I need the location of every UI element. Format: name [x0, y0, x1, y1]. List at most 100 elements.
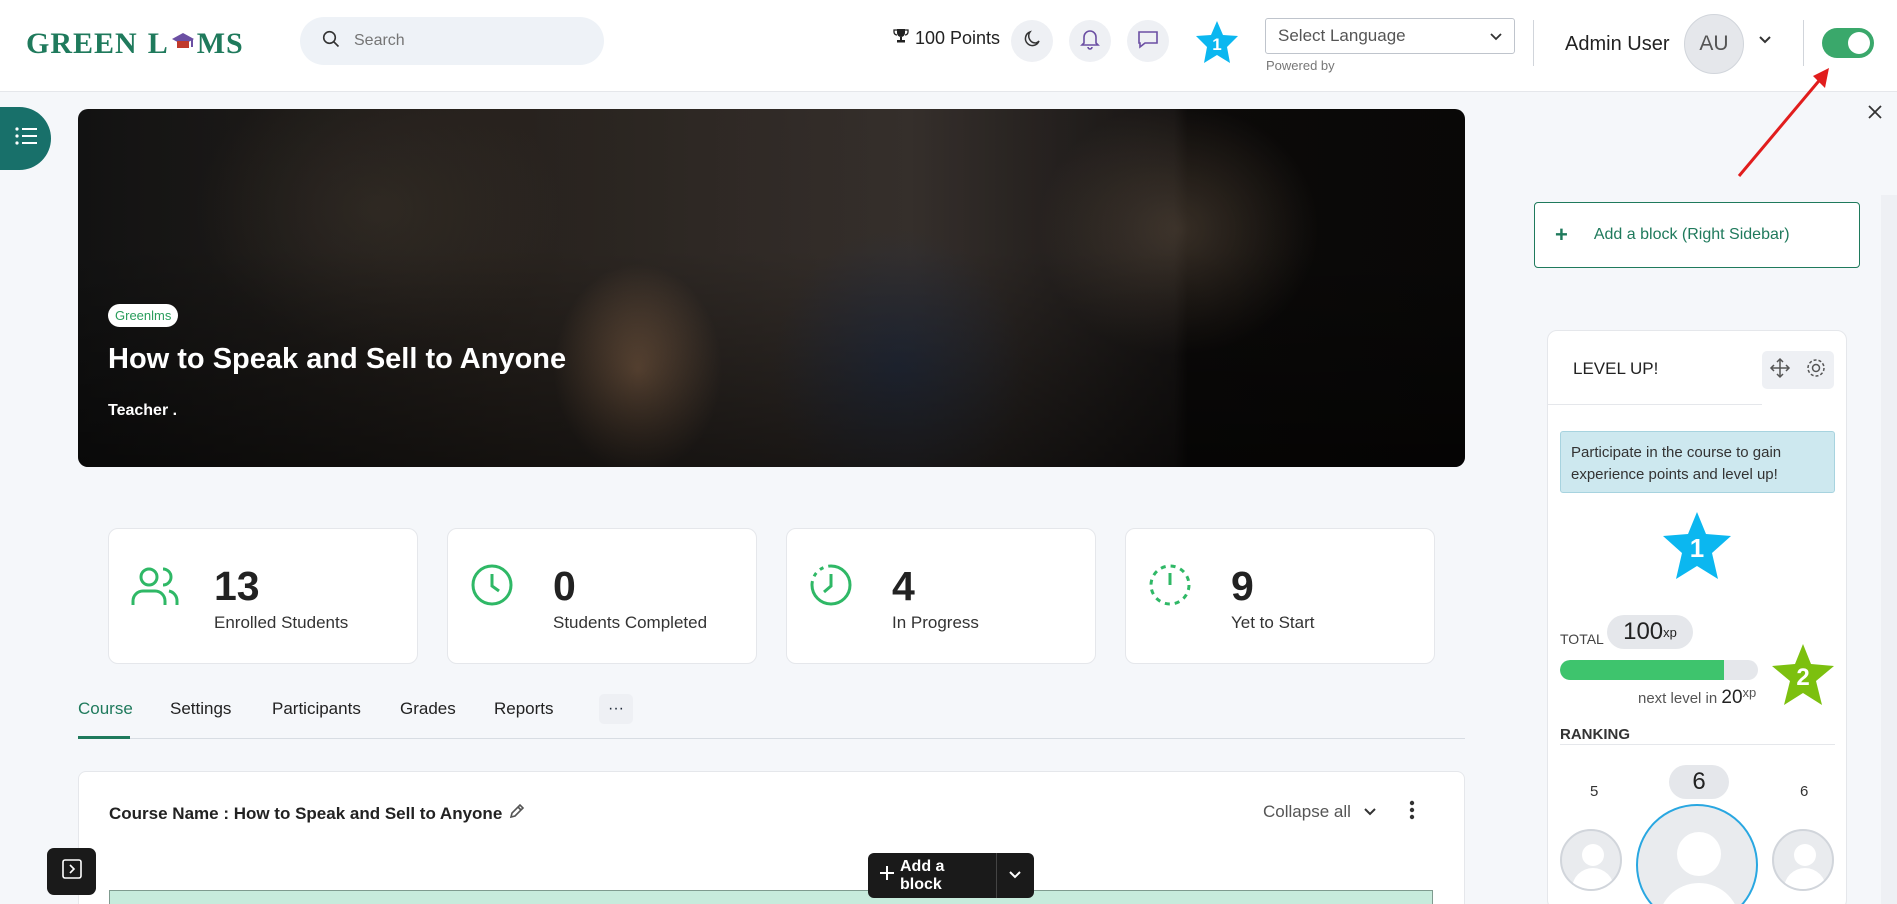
- stat-in-progress: 4 In Progress: [786, 528, 1096, 664]
- course-name: Course Name : How to Speak and Sell to A…: [109, 803, 503, 823]
- stat-value: 13: [214, 563, 260, 609]
- course-content-card: Course Name : How to Speak and Sell to A…: [78, 771, 1465, 904]
- active-tab-indicator: [78, 736, 130, 739]
- drawer-open-icon: [61, 858, 83, 885]
- logo[interactable]: GREEN L MS: [26, 22, 244, 66]
- clock-progress-icon: [807, 561, 859, 613]
- language-select[interactable]: Select Language: [1265, 18, 1515, 54]
- annotation-arrow-icon: [1735, 64, 1835, 189]
- course-section-strip: [109, 890, 1433, 904]
- total-label: TOTAL: [1560, 631, 1604, 647]
- tab-participants[interactable]: Participants: [272, 699, 361, 719]
- logo-text-green: GREEN: [26, 27, 138, 60]
- xp-progress-bar: [1560, 660, 1758, 680]
- kebab-menu-icon[interactable]: [1409, 800, 1415, 825]
- level-up-block: LEVEL UP! Participate in the course to g…: [1547, 330, 1847, 904]
- move-icon[interactable]: [1769, 357, 1791, 384]
- close-icon[interactable]: [1867, 104, 1883, 125]
- trophy-icon: [893, 28, 909, 49]
- add-block-label: Add a block: [900, 857, 945, 893]
- category-badge[interactable]: Greenlms: [108, 304, 179, 327]
- logo-text-l: L: [147, 27, 169, 60]
- tab-settings[interactable]: Settings: [170, 699, 231, 719]
- current-level-star-icon: 1: [1660, 511, 1734, 581]
- level-up-info: Participate in the course to gain experi…: [1560, 431, 1835, 493]
- next-level-xp: 20: [1721, 687, 1743, 708]
- course-teacher: Teacher .: [108, 402, 178, 419]
- add-block-dropdown[interactable]: [997, 853, 1034, 898]
- tab-reports[interactable]: Reports: [494, 699, 554, 719]
- sidebar-scrollbar[interactable]: [1881, 195, 1897, 904]
- course-name-row: Course Name : How to Speak and Sell to A…: [109, 802, 526, 825]
- rank-right-avatar[interactable]: [1772, 829, 1834, 891]
- total-xp-pill: 100 xp: [1607, 615, 1693, 649]
- user-menu-chevron-icon[interactable]: [1758, 32, 1772, 50]
- header-divider-2: [1803, 20, 1804, 66]
- tab-course[interactable]: Course: [78, 699, 133, 719]
- course-hero-banner: Greenlms How to Speak and Sell to Anyone…: [78, 109, 1465, 467]
- add-block-right-sidebar-button[interactable]: + Add a block (Right Sidebar): [1534, 202, 1860, 268]
- edit-mode-toggle[interactable]: [1822, 28, 1874, 58]
- stat-enrolled-students: 13 Enrolled Students: [108, 528, 418, 664]
- plus-icon: +: [1555, 222, 1568, 247]
- ranking-label: RANKING: [1560, 726, 1630, 743]
- search-box[interactable]: [300, 17, 604, 65]
- total-xp-value: 100: [1623, 618, 1664, 645]
- current-level-number: 1: [1690, 533, 1704, 563]
- gear-icon[interactable]: [1805, 357, 1827, 384]
- course-index-toggle[interactable]: [0, 107, 51, 170]
- stat-label: In Progress: [892, 613, 979, 632]
- level-badge-text: 1: [1212, 35, 1221, 54]
- add-block-main[interactable]: Add a block: [868, 853, 997, 898]
- course-title: How to Speak and Sell to Anyone: [108, 343, 567, 375]
- search-icon: [322, 30, 340, 53]
- tab-more[interactable]: ···: [599, 694, 633, 724]
- plus-icon: [880, 866, 894, 885]
- next-level-text: next level in 20xp: [1638, 685, 1756, 709]
- timer-dashed-icon: [1146, 561, 1198, 613]
- next-level-star-icon: 2: [1770, 643, 1836, 707]
- course-tabs: Course Settings Participants Grades Repo…: [78, 694, 1465, 739]
- stat-value: 9: [1231, 563, 1254, 609]
- level-up-title: LEVEL UP!: [1573, 359, 1659, 378]
- stat-value: 0: [553, 563, 576, 609]
- header-divider: [1533, 20, 1534, 66]
- stat-students-completed: 0 Students Completed: [447, 528, 757, 664]
- rank-center-pill: 6: [1669, 765, 1729, 799]
- next-level-number: 2: [1796, 664, 1809, 691]
- clock-icon: [468, 561, 520, 613]
- block-drawer-toggle[interactable]: [47, 848, 96, 895]
- block-header-divider: [1548, 404, 1762, 405]
- moon-icon: [1022, 29, 1042, 54]
- search-input[interactable]: [354, 32, 574, 50]
- dark-mode-button[interactable]: [1011, 20, 1053, 62]
- rank-right-value: 6: [1800, 783, 1809, 800]
- xp-unit: xp: [1742, 685, 1757, 700]
- block-tools: [1762, 351, 1834, 389]
- xp-progress-fill: [1560, 660, 1725, 680]
- avatar-initials: AU: [1699, 32, 1729, 55]
- rank-center-avatar[interactable]: [1636, 804, 1758, 904]
- rank-left-value: 5: [1590, 783, 1599, 800]
- notifications-button[interactable]: [1069, 20, 1111, 62]
- chevron-down-icon: [1008, 867, 1022, 885]
- level-star-icon[interactable]: 1: [1194, 20, 1240, 66]
- chat-icon: [1137, 29, 1159, 54]
- ranking-divider: [1560, 744, 1835, 745]
- user-name[interactable]: Admin User: [1565, 33, 1669, 56]
- chevron-down-icon: [1490, 26, 1502, 46]
- xp-unit: xp: [1663, 624, 1677, 640]
- pencil-icon[interactable]: [508, 802, 526, 825]
- list-icon: [14, 126, 38, 151]
- tab-grades[interactable]: Grades: [400, 699, 456, 719]
- chevron-down-icon: [1363, 802, 1377, 822]
- stat-yet-to-start: 9 Yet to Start: [1125, 528, 1435, 664]
- points-display[interactable]: 100 Points: [893, 28, 1000, 49]
- messages-button[interactable]: [1127, 20, 1169, 62]
- powered-by-text: Powered by: [1266, 58, 1335, 73]
- collapse-all-button[interactable]: Collapse all: [1263, 802, 1377, 822]
- rank-left-avatar[interactable]: [1560, 829, 1622, 891]
- add-block-button[interactable]: Add a block: [868, 853, 1034, 898]
- points-label: 100 Points: [915, 28, 1001, 48]
- stat-label: Yet to Start: [1231, 613, 1315, 632]
